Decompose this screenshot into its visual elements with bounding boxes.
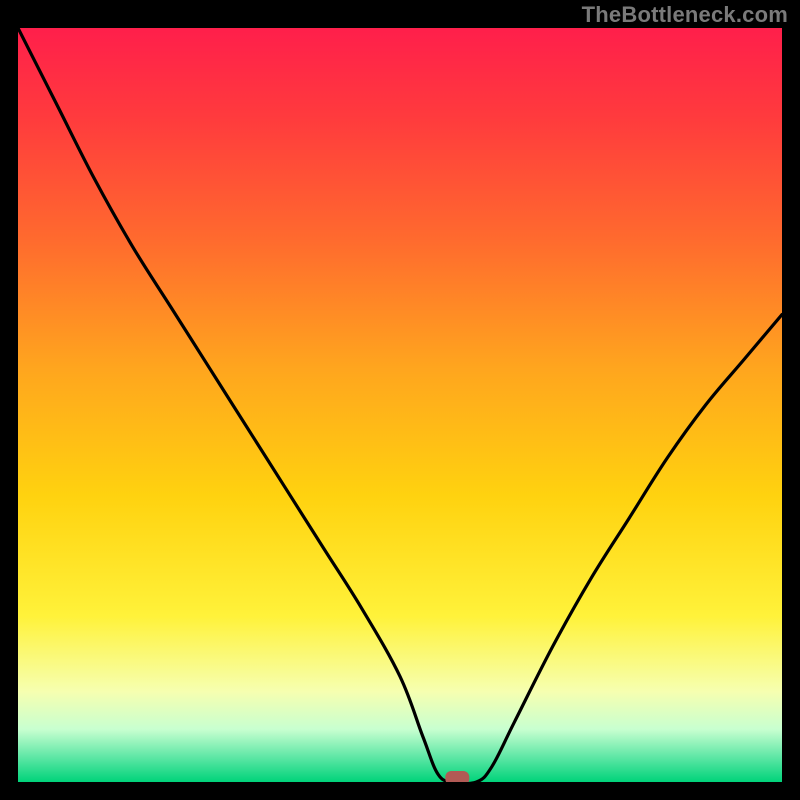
optimum-marker [445,771,469,782]
watermark-label: TheBottleneck.com [582,2,788,28]
plot-area [18,28,782,782]
gradient-background [18,28,782,782]
chart-frame: TheBottleneck.com [0,0,800,800]
plot-svg [18,28,782,782]
